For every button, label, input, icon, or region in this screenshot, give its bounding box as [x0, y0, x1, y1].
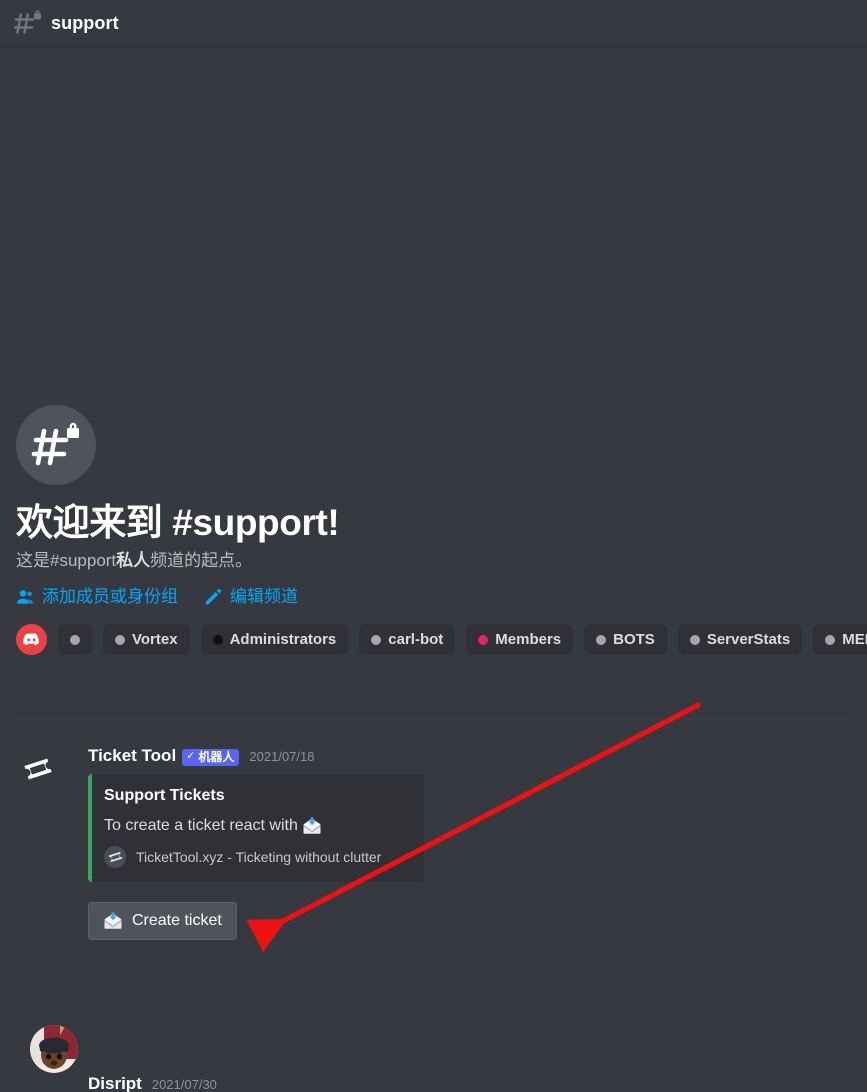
channel-intro: 欢迎来到 #support! 这是#support私人频道的起点。 添加成员或身… — [16, 405, 867, 655]
add-members-icon — [16, 588, 34, 606]
hash-lock-icon — [13, 9, 43, 35]
message-ticket-tool: Ticket Tool ✓ 机器人 2021/07/18 Support Tic… — [0, 745, 867, 940]
role-color-dot — [70, 634, 80, 645]
pencil-icon — [204, 588, 222, 606]
role-color-dot — [115, 634, 125, 645]
message-timestamp: 2021/07/30 — [151, 1076, 217, 1092]
ticket-icon — [104, 846, 126, 868]
channel-intro-avatar — [16, 405, 96, 485]
bot-badge: ✓ 机器人 — [182, 748, 240, 766]
message-header: Disript 2021/07/30 — [88, 1073, 867, 1092]
verified-check-icon: ✓ — [186, 750, 196, 762]
discord-logo-chip[interactable] — [16, 624, 47, 655]
embed-description-text: To create a ticket react with — [104, 817, 298, 834]
intro-subtitle-strong: 私人 — [116, 551, 151, 570]
edit-channel-link[interactable]: 编辑频道 — [204, 586, 298, 608]
incoming-envelope-emoji — [302, 816, 322, 836]
role-chip-label: Vortex — [132, 631, 178, 648]
role-chip-members[interactable]: Members — [466, 624, 574, 655]
message-scroller[interactable]: 欢迎来到 #support! 这是#support私人频道的起点。 添加成员或身… — [0, 48, 867, 1092]
role-color-dot — [825, 634, 836, 645]
embed-footer: TicketTool.xyz - Ticketing without clutt… — [104, 846, 408, 868]
message-timestamp: 2021/07/18 — [249, 748, 315, 764]
avatar[interactable] — [30, 1025, 78, 1073]
role-color-dot — [689, 634, 700, 645]
message-author[interactable]: Ticket Tool — [88, 746, 176, 766]
embed-footer-text: TicketTool.xyz - Ticketing without clutt… — [136, 849, 382, 865]
role-color-dot — [212, 634, 223, 645]
role-chip-label: Members — [495, 631, 562, 648]
user-photo-avatar — [30, 1025, 78, 1073]
discord-channel-view: support 欢迎来到 #support! 这是#support私人频道的起点… — [0, 0, 867, 1092]
role-chip-bots[interactable]: BOTS — [584, 624, 667, 655]
intro-subtitle-post: 频道的起点。 — [150, 551, 253, 570]
message-divider — [16, 718, 851, 719]
channel-intro-subtitle: 这是#support私人频道的起点。 — [16, 550, 851, 572]
message-body: Disript 2021/07/30 You cannot create tic… — [88, 1073, 867, 1092]
avatar[interactable] — [14, 745, 62, 793]
role-chip-label: MEE6 — [842, 631, 867, 648]
edit-channel-label: 编辑频道 — [230, 587, 298, 606]
add-members-label: 添加成员或身份组 — [42, 587, 178, 606]
role-chip-mee6[interactable]: MEE6 — [813, 624, 867, 655]
channel-name: support — [51, 12, 119, 33]
ticket-icon — [24, 758, 52, 780]
role-chip-label: ServerStats — [706, 631, 791, 648]
role-chip-administrators[interactable]: Administrators — [200, 624, 349, 655]
create-ticket-label: Create ticket — [132, 912, 222, 929]
role-color-dot — [478, 634, 489, 645]
role-chip-vortex[interactable]: Vortex — [103, 624, 190, 655]
intro-subtitle-pre: 这是#support — [16, 551, 117, 570]
role-chip-carl-bot[interactable]: carl-bot — [359, 624, 456, 655]
channel-intro-actions: 添加成员或身份组 编辑频道 — [16, 586, 851, 608]
message-disript: Disript 2021/07/30 You cannot create tic… — [0, 1025, 867, 1092]
role-chip-label: carl-bot — [388, 631, 444, 648]
role-chip-unnamed[interactable] — [58, 624, 92, 655]
hash-lock-icon — [30, 421, 82, 469]
embed-description: To create a ticket react with — [104, 815, 408, 836]
create-ticket-button[interactable]: Create ticket — [88, 902, 237, 940]
incoming-envelope-emoji — [103, 911, 123, 931]
message-author[interactable]: Disript — [88, 1074, 142, 1092]
bot-badge-label: 机器人 — [198, 749, 235, 764]
add-members-link[interactable]: 添加成员或身份组 — [16, 586, 178, 608]
role-chip-label: Administrators — [229, 631, 337, 648]
embed-title: Support Tickets — [104, 787, 225, 804]
role-chip-label: BOTS — [613, 631, 655, 648]
embed-support-tickets: Support Tickets To create a ticket react… — [88, 774, 424, 882]
role-color-dot — [596, 634, 607, 645]
message-header: Ticket Tool ✓ 机器人 2021/07/18 — [88, 745, 867, 767]
channel-header: support — [0, 0, 867, 47]
role-color-dot — [371, 634, 382, 645]
role-chip-list: Vortex Administrators carl-bot Members B — [16, 624, 867, 655]
role-chip-serverstats[interactable]: ServerStats — [677, 624, 803, 655]
channel-intro-title: 欢迎来到 #support! — [16, 502, 340, 543]
message-body: Ticket Tool ✓ 机器人 2021/07/18 Support Tic… — [88, 745, 867, 940]
